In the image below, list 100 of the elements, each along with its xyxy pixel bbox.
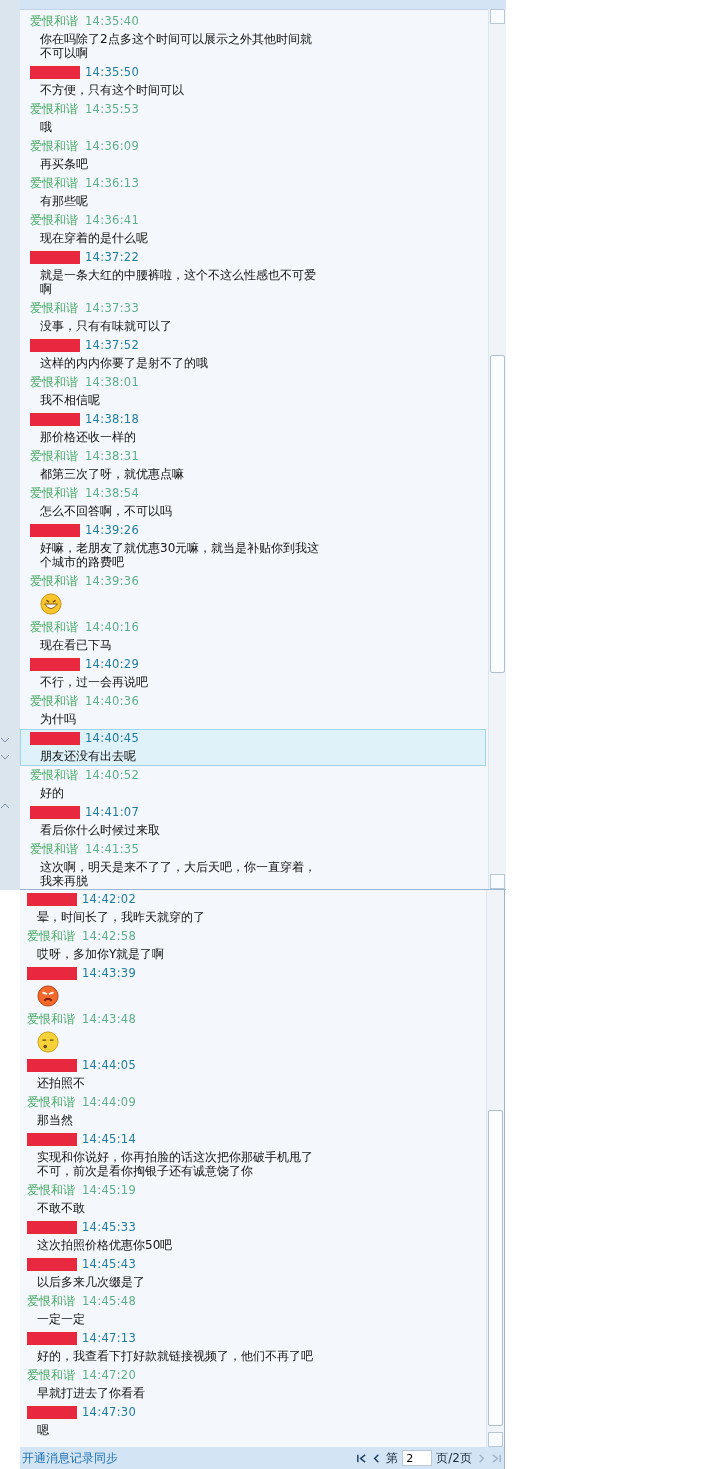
redaction-mark: [27, 1331, 77, 1345]
message-time: 14:43:39: [82, 965, 137, 982]
redaction-mark: [27, 892, 77, 906]
message-time: 14:38:01: [85, 374, 140, 391]
sender-name: 爱恨和谐: [27, 1094, 76, 1111]
angry-emoji-icon: [37, 985, 59, 1007]
message-text: 朋友还没有出去呢: [40, 748, 137, 765]
scrollbar[interactable]: [488, 9, 506, 889]
message-time: 14:38:54: [85, 485, 140, 502]
sync-link[interactable]: 开通消息记录同步: [22, 1449, 118, 1467]
message-text: 早就打进去了你看看: [37, 1385, 146, 1402]
message-time: 14:37:52: [85, 337, 140, 354]
message-text: 这次拍照价格优惠你50吧: [37, 1237, 174, 1254]
message-time: 14:45:14: [82, 1131, 137, 1148]
redaction-mark: [30, 805, 80, 819]
message-text: 这次啊，明天是来不了了，大后天吧，你一直穿着，我来再脱: [40, 859, 317, 889]
message-text: 我不相信呢: [40, 392, 101, 409]
sender-name: 爱恨和谐: [30, 841, 79, 858]
message-time: 14:39:36: [85, 573, 140, 590]
sender-name: 爱恨和谐: [30, 573, 79, 590]
message-time: 14:40:52: [85, 767, 140, 784]
message-text: 那价格还收一样的: [40, 429, 137, 446]
redaction-mark: [27, 1058, 77, 1072]
message-text: 好嘛，老朋友了就优惠30元嘛，就当是补贴你到我这个城市的路费吧: [40, 540, 320, 571]
message-text: 没事，只有有味就可以了: [40, 318, 173, 335]
message-text: 就是一条大红的中腰裤啦，这个不这么性感也不可爱啊: [40, 267, 317, 298]
redaction-mark: [27, 1405, 77, 1419]
message-text: 好的，我查看下打好款就链接视频了，他们不再了吧: [37, 1348, 314, 1365]
message-time: 14:35:50: [85, 64, 140, 81]
message-time: 14:47:13: [82, 1330, 137, 1347]
message-time: 14:47:30: [82, 1404, 137, 1421]
message-time: 14:44:05: [82, 1057, 137, 1074]
sender-name: 爱恨和谐: [30, 619, 79, 636]
message-time: 14:35:40: [85, 13, 140, 30]
page-total: 页/2页: [436, 1449, 472, 1467]
message-time: 14:41:07: [85, 804, 140, 821]
sender-name: 爱恨和谐: [30, 300, 79, 317]
sender-name: 爱恨和谐: [30, 374, 79, 391]
message-time: 14:41:35: [85, 841, 140, 858]
redaction-mark: [30, 338, 80, 352]
message-text: 还拍照不: [37, 1075, 86, 1092]
message-time: 14:43:48: [82, 1011, 137, 1028]
message-time: 14:40:16: [85, 619, 140, 636]
message-text: 那当然: [37, 1112, 74, 1129]
message-time: 14:42:58: [82, 928, 137, 945]
next-page-icon[interactable]: [476, 1452, 487, 1464]
message-text: 你在吗除了2点多这个时间可以展示之外其他时间就不可以啊: [40, 31, 313, 62]
redaction-mark: [27, 1132, 77, 1146]
redaction-mark: [30, 523, 80, 537]
message-text: 怎么不回答啊，不可以吗: [40, 503, 173, 520]
message-text: 现在看已下马: [40, 637, 113, 654]
scrollbar-thumb[interactable]: [490, 355, 505, 673]
sleepy-emoji-icon: [37, 1031, 59, 1053]
sender-name: 爱恨和谐: [27, 928, 76, 945]
sender-name: 爱恨和谐: [30, 101, 79, 118]
chevron-up-icon[interactable]: [0, 801, 10, 811]
message-text: 以后多来几次缀是了: [37, 1274, 146, 1291]
sender-name: 爱恨和谐: [30, 212, 79, 229]
message-text: 为什吗: [40, 711, 77, 728]
redaction-mark: [30, 657, 80, 671]
message-text: 再买条吧: [40, 156, 89, 173]
message-text: 不行，过一会再说吧: [40, 674, 149, 691]
message-time: 14:45:33: [82, 1219, 137, 1236]
message-text: 晕，时间长了，我昨天就穿的了: [37, 909, 206, 926]
sender-name: 爱恨和谐: [27, 1293, 76, 1310]
message-time: 14:38:31: [85, 448, 140, 465]
message-text: 这样的内内你要了是射不了的哦: [40, 355, 209, 372]
message-time: 14:39:26: [85, 522, 140, 539]
message-time: 14:40:36: [85, 693, 140, 710]
redaction-mark: [27, 1220, 77, 1234]
message-time: 14:40:45: [85, 730, 140, 747]
sender-name: 爱恨和谐: [30, 485, 79, 502]
message-text: 哎呀，多加你Y就是了啊: [37, 946, 166, 963]
message-time: 14:36:41: [85, 212, 140, 229]
redaction-mark: [27, 1257, 77, 1271]
redaction-mark: [30, 250, 80, 264]
sender-name: 爱恨和谐: [30, 13, 79, 30]
message-time: 14:45:48: [82, 1293, 137, 1310]
message-text: 哦: [40, 119, 53, 136]
sender-name: 爱恨和谐: [30, 138, 79, 155]
last-page-icon[interactable]: [491, 1452, 502, 1464]
page-input[interactable]: 2: [402, 1450, 433, 1466]
message-time: 14:38:18: [85, 411, 140, 428]
message-text: 实现和你说好，你再拍脸的话这次把你那破手机甩了不可，前次是看你掏银子还有诚意饶了你: [37, 1149, 314, 1180]
grinning-emoji-icon: [40, 593, 62, 615]
sender-name: 爱恨和谐: [30, 693, 79, 710]
redaction-mark: [30, 731, 80, 745]
scrollbar-thumb[interactable]: [488, 1110, 503, 1426]
message-time: 14:42:02: [82, 891, 137, 908]
redaction-mark: [27, 966, 77, 980]
message-time: 14:36:09: [85, 138, 140, 155]
sender-name: 爱恨和谐: [30, 767, 79, 784]
message-time: 14:47:20: [82, 1367, 137, 1384]
redaction-mark: [30, 65, 80, 79]
message-text: 好的: [40, 785, 65, 802]
message-text: 不方便，只有这个时间可以: [40, 82, 185, 99]
sender-name: 爱恨和谐: [30, 448, 79, 465]
scrollbar[interactable]: [486, 890, 504, 1447]
sender-name: 爱恨和谐: [27, 1182, 76, 1199]
first-page-icon[interactable]: [356, 1452, 368, 1464]
